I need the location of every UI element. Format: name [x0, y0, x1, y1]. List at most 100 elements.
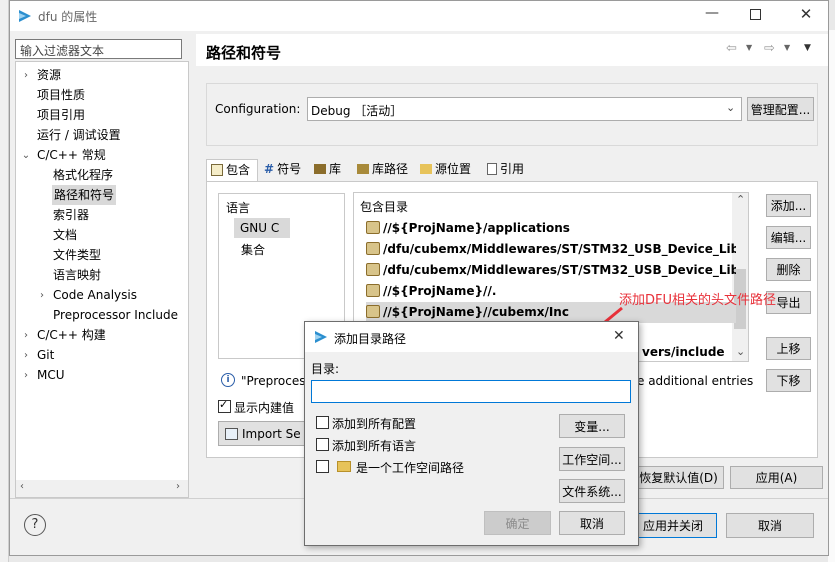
delete-button[interactable]: 删除 — [766, 258, 811, 281]
tree-item-code-analysis[interactable]: Code Analysis — [53, 285, 137, 305]
include-item[interactable]: //${ProjName}/applications — [366, 218, 736, 239]
library-path-icon — [357, 164, 369, 174]
tree-item-indexer[interactable]: 索引器 — [53, 205, 89, 225]
tree-item-documentation[interactable]: 文档 — [53, 225, 77, 245]
variables-button[interactable]: 变量... — [559, 414, 625, 438]
page-header: 路径和符号 ⇦ ▼ ⇨ ▼ ▼ — [196, 34, 828, 66]
tree-item-project-nature[interactable]: 项目性质 — [37, 85, 85, 105]
tab-source-locations[interactable]: 源位置 — [416, 159, 482, 181]
info-icon: i — [221, 373, 235, 387]
configuration-group: Configuration: Debug ［活动］ ⌄ 管理配置... — [206, 83, 818, 146]
dialog-close-icon[interactable]: ✕ — [613, 328, 625, 344]
tree-item-mcu[interactable]: MCU — [37, 365, 65, 385]
import-settings-button[interactable]: Import Se — [218, 421, 314, 446]
window-title: dfu 的属性 — [38, 10, 98, 24]
back-dropdown-icon[interactable]: ▼ — [746, 43, 752, 52]
back-arrow-icon[interactable]: ⇦ — [726, 41, 737, 56]
restore-defaults-button[interactable]: 恢复默认值(D) — [633, 466, 724, 489]
background-window-left — [0, 0, 9, 562]
includes-header: 包含目录 — [360, 200, 409, 214]
info-text-left: "Preproces — [241, 374, 306, 388]
show-builtin-label: 显示内建值 — [234, 401, 295, 415]
folder-icon — [420, 164, 432, 174]
include-folder-icon — [366, 284, 380, 297]
language-item-assembly: 集合 — [241, 243, 266, 257]
configuration-label: Configuration: — [215, 102, 301, 116]
tree-item-run-debug[interactable]: 运行 / 调试设置 — [37, 125, 121, 145]
tab-references[interactable]: 引用 — [483, 159, 533, 181]
chevron-right-icon[interactable]: › — [21, 350, 31, 361]
add-all-configs-label: 添加到所有配置 — [332, 417, 417, 431]
include-folder-icon — [366, 305, 380, 318]
apply-and-close-button[interactable]: 应用并关闭 — [629, 513, 717, 538]
tab-library-paths[interactable]: 库路径 — [353, 159, 415, 181]
manage-configurations-button[interactable]: 管理配置... — [747, 97, 814, 121]
reference-icon — [487, 163, 497, 175]
include-folder-icon — [366, 242, 380, 255]
annotation-text: 添加DFU相关的头文件路径 — [619, 293, 777, 308]
scroll-right-icon[interactable]: › — [176, 481, 180, 492]
maximize-icon[interactable] — [750, 9, 761, 20]
show-builtin-checkbox[interactable]: ✓ — [218, 398, 231, 413]
language-item-gnu-c[interactable]: GNU C — [234, 218, 290, 238]
add-all-configs-checkbox[interactable] — [316, 416, 329, 429]
workspace-button[interactable]: 工作空间... — [559, 447, 625, 471]
scroll-left-icon[interactable]: ‹ — [20, 481, 24, 492]
tab-symbols[interactable]: # 符号 — [260, 159, 308, 181]
cancel-button[interactable]: 取消 — [726, 513, 814, 538]
filesystem-button[interactable]: 文件系统... — [559, 479, 625, 503]
chevron-right-icon[interactable]: › — [21, 330, 31, 341]
scroll-up-icon[interactable]: ⌃ — [736, 193, 745, 206]
tree-panel: › 资源 项目性质 项目引用 运行 / 调试设置 ⌄ C/C++ 常规 格式化程… — [15, 61, 189, 498]
chevron-down-icon[interactable]: ⌄ — [21, 150, 31, 161]
languages-header: 语言 — [226, 201, 251, 215]
ok-button[interactable]: 确定 — [484, 511, 551, 535]
include-item[interactable]: /dfu/cubemx/Middlewares/ST/STM32_USB_Dev… — [366, 239, 736, 260]
forward-dropdown-icon[interactable]: ▼ — [784, 43, 790, 52]
configuration-value: Debug ［活动］ — [311, 104, 403, 118]
info-text-right: e additional entries — [637, 374, 754, 388]
configuration-select[interactable]: Debug ［活动］ ⌄ — [307, 97, 742, 121]
directory-input[interactable] — [311, 380, 631, 403]
add-all-languages-checkbox[interactable] — [316, 438, 329, 451]
workspace-path-label: 是一个工作空间路径 — [356, 461, 465, 475]
background-window-right — [828, 30, 835, 562]
page-title: 路径和符号 — [206, 44, 282, 62]
include-item-partial[interactable]: vers/include — [642, 345, 738, 359]
hash-icon: # — [264, 162, 275, 176]
include-item[interactable]: /dfu/cubemx/Middlewares/ST/STM32_USB_Dev… — [366, 260, 736, 281]
tree-item-git[interactable]: Git — [37, 345, 54, 365]
tree-item-resources[interactable]: 资源 — [37, 65, 61, 85]
chevron-right-icon[interactable]: › — [21, 70, 31, 81]
forward-arrow-icon[interactable]: ⇨ — [764, 41, 775, 56]
chevron-down-icon: ⌄ — [726, 101, 736, 114]
chevron-right-icon[interactable]: › — [37, 290, 47, 301]
tab-includes[interactable]: 包含 — [206, 159, 258, 182]
add-button[interactable]: 添加... — [766, 194, 811, 217]
chevron-right-icon[interactable]: › — [21, 370, 31, 381]
help-icon[interactable]: ? — [24, 514, 46, 536]
tree-item-preprocessor-include[interactable]: Preprocessor Include — [53, 305, 178, 325]
tab-libraries[interactable]: 库 — [310, 159, 352, 181]
move-down-button[interactable]: 下移 — [766, 369, 811, 392]
directory-label: 目录: — [311, 362, 340, 376]
tree-item-project-references[interactable]: 项目引用 — [37, 105, 85, 125]
menu-dropdown-icon[interactable]: ▼ — [804, 43, 811, 53]
tree-item-cpp-build[interactable]: C/C++ 构建 — [37, 325, 106, 345]
move-up-button[interactable]: 上移 — [766, 337, 811, 360]
tree-item-file-types[interactable]: 文件类型 — [53, 245, 101, 265]
filter-input[interactable]: 输入过滤器文本 — [15, 39, 182, 59]
include-folder-icon — [366, 263, 380, 276]
filter-placeholder: 输入过滤器文本 — [20, 44, 105, 58]
close-icon[interactable]: ✕ — [796, 5, 816, 23]
tree-item-cpp-general[interactable]: C/C++ 常规 — [37, 145, 106, 165]
minimize-icon[interactable]: — — [702, 5, 722, 21]
apply-button[interactable]: 应用(A) — [730, 466, 823, 489]
workspace-path-checkbox[interactable] — [316, 460, 329, 473]
tree-item-paths-symbols[interactable]: 路径和符号 — [52, 185, 117, 205]
tree-item-formatter[interactable]: 格式化程序 — [53, 165, 113, 185]
tree-horizontal-scrollbar[interactable]: ‹ › — [16, 480, 188, 497]
tree-item-language-mappings[interactable]: 语言映射 — [53, 265, 101, 285]
edit-button[interactable]: 编辑... — [766, 226, 811, 249]
dialog-cancel-button[interactable]: 取消 — [559, 511, 625, 535]
